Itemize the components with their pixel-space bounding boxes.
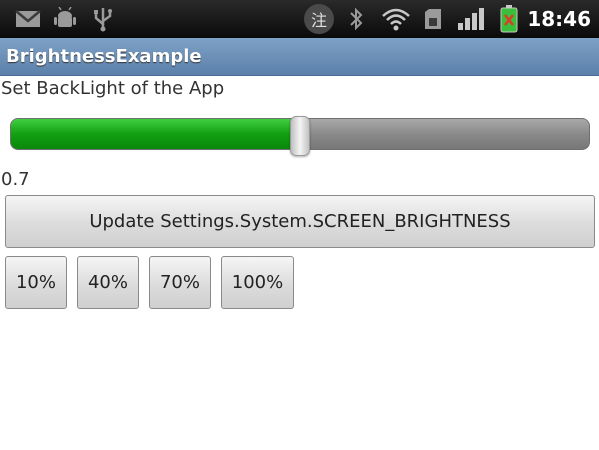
bluetooth-icon [346,6,366,32]
title-bar: BrightnessExample [0,38,599,76]
brightness-value: 0.7 [1,169,30,190]
status-time: 18:46 [527,7,591,31]
backlight-label: Set BackLight of the App [1,78,225,99]
seekbar-thumb[interactable] [290,116,310,156]
update-brightness-button[interactable]: Update Settings.System.SCREEN_BRIGHTNESS [5,195,595,248]
sd-card-icon [422,6,444,32]
status-bar: 注 18:46 [0,0,599,38]
battery-charging-icon [498,5,520,33]
preset-70-button[interactable]: 70% [149,256,211,309]
app-title: BrightnessExample [6,46,202,67]
preset-40-button[interactable]: 40% [77,256,139,309]
preset-10-button[interactable]: 10% [5,256,67,309]
input-method-glyph: 注 [304,4,334,34]
brightness-progress [11,119,301,149]
usb-icon [92,6,114,32]
input-method-icon: 注 [303,4,335,34]
preset-100-button[interactable]: 100% [221,256,294,309]
android-debug-icon [52,6,78,32]
gmail-icon [14,6,42,32]
wifi-icon [380,6,412,32]
signal-icon [456,6,486,32]
